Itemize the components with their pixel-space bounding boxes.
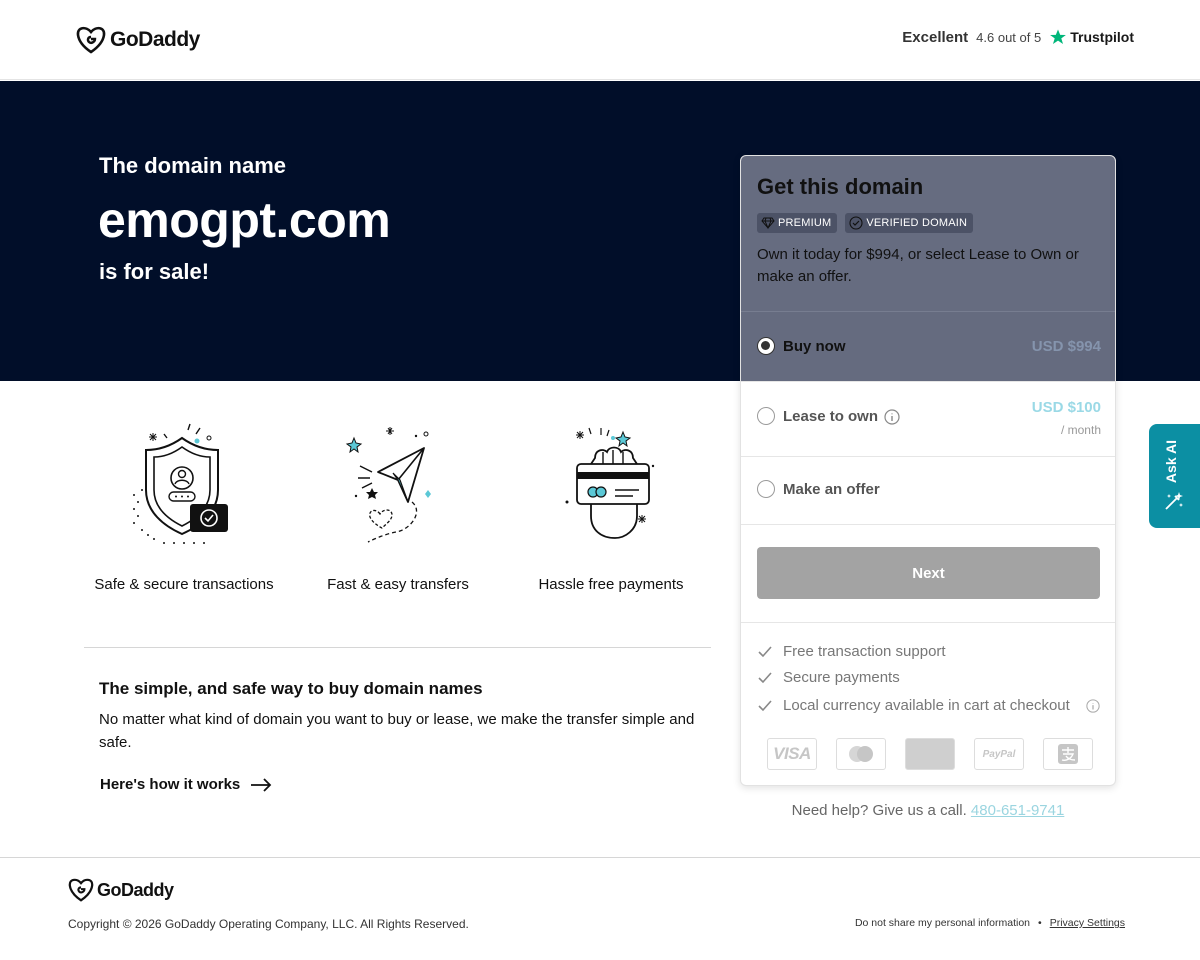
feature-safe-secure: Safe & secure transactions [84,420,284,593]
alipay-icon [1043,738,1093,770]
how-it-works-label: Here's how it works [100,776,241,793]
amex-icon [905,738,955,770]
buy-now-radio[interactable] [757,337,775,355]
offer-label: Make an offer [783,481,880,498]
godaddy-logo-icon [68,878,94,902]
option-lease-to-own[interactable]: Lease to own USD $100 / month [741,381,1115,456]
alipay-glyph-icon [1058,744,1078,764]
card-header: Get this domain PREMIUM VERIFIED DOMAIN … [741,156,1115,311]
next-button[interactable]: Next [757,547,1100,599]
shield-icon [133,423,228,544]
page-footer: GoDaddy Copyright © 2026 GoDaddy Operati… [0,857,1200,960]
mastercard-icon [836,738,886,770]
footer-logo-text: GoDaddy [97,879,174,900]
option-make-offer[interactable]: Make an offer [741,456,1115,524]
lease-radio[interactable] [757,407,775,425]
for-sale-text: is for sale! [99,259,210,284]
paypal-icon: PayPal [974,738,1024,770]
feature-item-label: Local currency available in cart at chec… [783,697,1070,714]
help-text: Need help? Give us a call. [791,802,967,819]
verified-badge: VERIFIED DOMAIN [845,213,974,233]
card-title: Get this domain [757,174,924,199]
paper-plane-icon [345,427,431,543]
phone-link[interactable]: 480-651-9741 [971,802,1064,819]
feature-item: Local currency available in cart at chec… [757,697,1100,714]
footer-logo[interactable]: GoDaddy [68,878,174,902]
privacy-settings-link[interactable]: Privacy Settings [1050,917,1125,929]
feature-item-label: Secure payments [783,669,900,686]
feature-item: Secure payments [757,669,900,686]
top-header: GoDaddy Excellent 4.6 out of 5 Trustpilo… [0,0,1200,80]
godaddy-logo-icon [76,26,106,54]
check-icon [758,645,772,657]
feature-label: Fast & easy transfers [327,576,469,593]
feature-hassle-free: Hassle free payments [511,420,711,593]
hero-lead: The domain name [99,153,287,178]
section-divider [84,647,711,648]
copyright-text: Copyright © 2026 GoDaddy Operating Compa… [68,917,469,931]
rating-label: Excellent [902,28,969,46]
logo-text: GoDaddy [110,28,200,51]
domain-name: emogpt.com [98,192,391,248]
lease-period: / month [1060,423,1101,437]
visa-icon: VISA [767,738,817,770]
verified-check-icon [849,216,863,230]
offer-radio[interactable] [757,480,775,498]
buy-now-label: Buy now [783,338,846,355]
magic-wand-icon [1165,492,1183,510]
lease-label: Lease to own [783,408,879,425]
verified-badge-label: VERIFIED DOMAIN [866,217,968,229]
lease-price: USD $100 [1031,399,1101,416]
rating-score: 4.6 out of 5 [976,29,1042,45]
ask-ai-button[interactable]: Ask AI [1149,424,1200,528]
lease-label-group: Lease to own [783,408,900,425]
premium-badge: PREMIUM [757,213,838,233]
arrow-right-icon [251,777,272,792]
ask-ai-label: Ask AI [1163,440,1179,484]
feature-label: Hassle free payments [538,576,684,593]
trustpilot-star-icon [1050,29,1067,44]
feature-fast-easy: Fast & easy transfers [298,420,498,593]
trustpilot-label: Trustpilot [1070,29,1134,45]
info-icon[interactable] [1086,698,1100,713]
godaddy-logo[interactable]: GoDaddy [76,26,200,54]
check-icon [758,671,772,683]
help-line: Need help? Give us a call. 480-651-9741 [740,802,1116,819]
do-not-share-link[interactable]: Do not share my personal information [855,917,1030,929]
feature-label: Safe & secure transactions [94,576,274,593]
payment-card-hand-icon [565,427,655,539]
feature-item: Free transaction support [757,643,946,660]
purchase-card: Get this domain PREMIUM VERIFIED DOMAIN … [740,155,1116,786]
badge-group: PREMIUM VERIFIED DOMAIN [757,213,974,233]
link-separator: • [1038,917,1042,929]
card-divider [741,622,1115,623]
buy-now-price: USD $994 [1031,338,1101,355]
how-it-works-link[interactable]: Here's how it works [100,776,272,793]
trustpilot-logo: Trustpilot [1049,28,1134,46]
trustpilot-rating[interactable]: Excellent 4.6 out of 5 Trustpilot [902,28,1134,46]
check-icon [758,699,772,711]
info-title: The simple, and safe way to buy domain n… [99,679,483,698]
payment-methods: VISA PayPal [767,738,1093,770]
info-description: No matter what kind of domain you want t… [99,711,695,751]
options-divider [741,524,1115,525]
info-icon[interactable] [884,408,900,425]
feature-item-label: Free transaction support [783,643,946,660]
mastercard-circles-icon [849,746,873,762]
premium-badge-label: PREMIUM [778,217,832,229]
footer-links: Do not share my personal information • P… [855,917,1125,929]
diamond-icon [761,217,775,230]
option-buy-now[interactable]: Buy now USD $994 [741,311,1115,381]
card-description: Own it today for $994, or select Lease t… [757,246,1079,285]
